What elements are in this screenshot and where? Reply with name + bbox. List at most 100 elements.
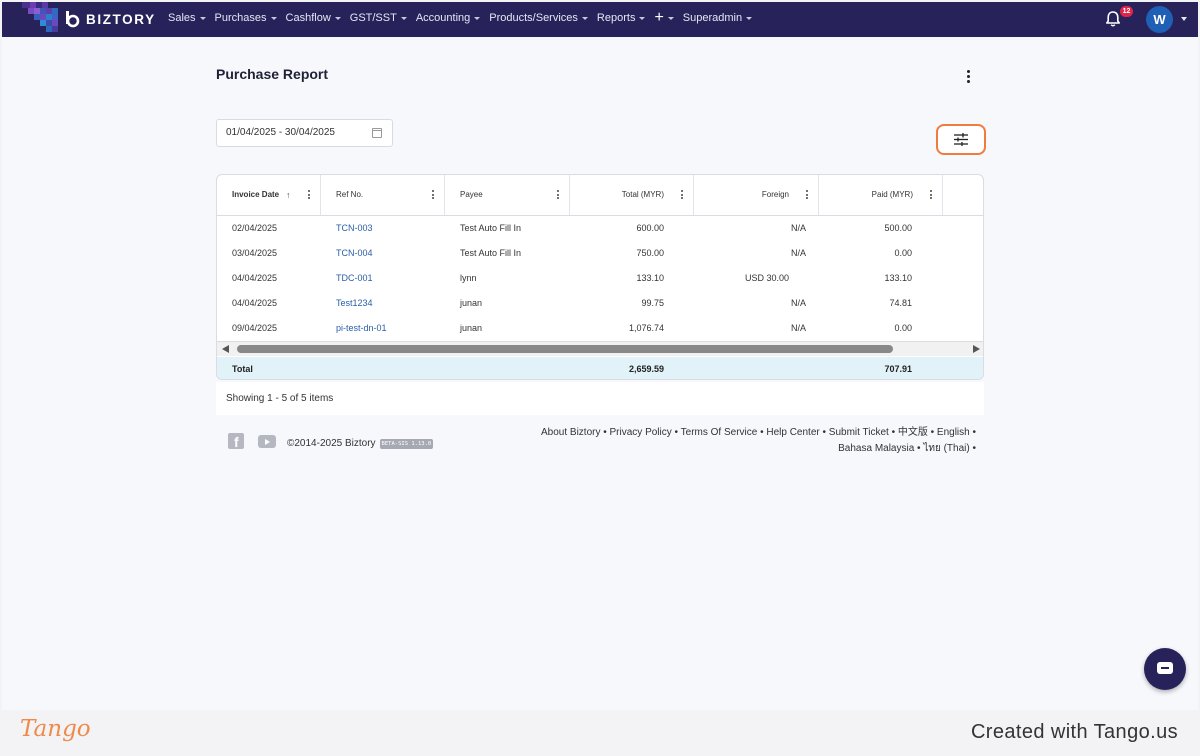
tango-logo: Tango	[20, 716, 91, 742]
table-row[interactable]: 02/04/2025 TCN-003 Test Auto Fill In 600…	[217, 216, 983, 241]
menu-superadmin[interactable]: Superadmin	[683, 12, 753, 24]
column-menu-icon[interactable]	[557, 190, 560, 199]
chevron-down-icon	[746, 16, 753, 20]
notification-badge: 12	[1120, 6, 1133, 17]
cell-payee: Test Auto Fill In	[460, 248, 522, 258]
menu-products-services-label: Products/Services	[489, 12, 578, 24]
cell-paid: 0.00	[894, 323, 912, 333]
column-menu-icon[interactable]	[308, 190, 311, 199]
menu-gst-sst[interactable]: GST/SST	[350, 12, 407, 24]
cell-invoice-date: 02/04/2025	[232, 223, 278, 233]
column-label: Ref No.	[336, 190, 364, 199]
bell-icon[interactable]	[1105, 10, 1121, 28]
column-label: Total (MYR)	[621, 190, 664, 199]
filter-button[interactable]	[936, 124, 986, 155]
menu-sales[interactable]: Sales	[168, 12, 206, 24]
column-header-foreign[interactable]: Foreign	[694, 175, 819, 215]
avatar[interactable]: W	[1146, 6, 1173, 33]
plus-icon: +	[654, 9, 664, 26]
menu-quick-add[interactable]: +	[654, 9, 674, 26]
chevron-down-icon	[270, 16, 277, 20]
cell-ref-link[interactable]: Test1234	[336, 291, 373, 316]
column-header-paid[interactable]: Paid (MYR)	[819, 175, 943, 215]
cell-ref-link[interactable]: TCN-003	[336, 216, 373, 241]
menu-accounting-label: Accounting	[415, 12, 471, 24]
cell-ref-link[interactable]: pi-test-dn-01	[336, 316, 387, 341]
menu-reports[interactable]: Reports	[597, 12, 646, 24]
menu-reports-label: Reports	[596, 12, 636, 24]
table-row[interactable]: 04/04/2025 Test1234 junan 99.75 N/A 74.8…	[217, 291, 983, 316]
app-window: BIZTORY Sales Purchases Cashflow GST/SST…	[2, 2, 1198, 710]
version-badge: BETA-SIS 1.13.0	[379, 438, 434, 449]
brand-logo-icon	[64, 10, 82, 28]
menu-gst-sst-label: GST/SST	[349, 12, 397, 24]
cell-invoice-date: 04/04/2025	[232, 273, 278, 283]
column-label: Invoice Date	[232, 190, 280, 199]
cell-foreign: N/A	[790, 223, 806, 233]
footer-links-line-2[interactable]: Bahasa Malaysia • ไทย (Thai) •	[536, 441, 976, 457]
cell-payee: junan	[460, 298, 483, 308]
date-range-value: 01/04/2025 - 30/04/2025	[226, 127, 335, 138]
brand-logo[interactable]: BIZTORY	[64, 10, 156, 28]
date-range-input[interactable]: 01/04/2025 - 30/04/2025	[216, 119, 393, 147]
column-header-ref-no[interactable]: Ref No.	[321, 175, 445, 215]
calendar-icon[interactable]	[372, 128, 382, 138]
column-header-payee[interactable]: Payee	[445, 175, 570, 215]
total-paid: 707.91	[884, 364, 912, 374]
chevron-down-icon	[474, 16, 481, 20]
table-row[interactable]: 09/04/2025 pi-test-dn-01 junan 1,076.74 …	[217, 316, 983, 341]
cell-paid: 74.81	[889, 298, 912, 308]
column-header-total[interactable]: Total (MYR)	[570, 175, 694, 215]
cell-ref-link[interactable]: TDC-001	[336, 266, 373, 291]
cell-invoice-date: 04/04/2025	[232, 298, 278, 308]
column-menu-icon[interactable]	[432, 190, 435, 199]
column-header-invoice-date[interactable]: Invoice Date ↑	[217, 175, 321, 215]
page-title: Purchase Report	[216, 66, 329, 82]
table-row[interactable]: 04/04/2025 TDC-001 lynn 133.10 USD 30.00…	[217, 266, 983, 291]
cell-payee: lynn	[460, 273, 477, 283]
cell-total: 133.10	[636, 273, 664, 283]
horizontal-scrollbar[interactable]	[217, 341, 983, 356]
scrollbar-thumb[interactable]	[237, 345, 893, 353]
column-menu-icon[interactable]	[681, 190, 684, 199]
main-menu: Sales Purchases Cashflow GST/SST Account…	[168, 9, 761, 26]
cell-total: 750.00	[636, 248, 664, 258]
kebab-menu-icon[interactable]	[960, 68, 976, 84]
scroll-left-icon[interactable]	[222, 345, 229, 353]
purchase-report-table: Invoice Date ↑ Ref No. Payee Total (MYR)…	[216, 174, 984, 380]
tango-credit: Created with Tango.us	[970, 721, 1178, 743]
cell-total: 99.75	[641, 298, 664, 308]
filter-sliders-icon	[954, 133, 968, 146]
pagination-info: Showing 1 - 5 of 5 items	[216, 382, 984, 415]
cell-foreign: N/A	[790, 248, 806, 258]
total-amount: 2,659.59	[628, 364, 664, 374]
footer-links-line-1[interactable]: About Biztory • Privacy Policy • Terms O…	[536, 425, 976, 441]
top-navbar: BIZTORY Sales Purchases Cashflow GST/SST…	[2, 2, 1198, 37]
menu-sales-label: Sales	[168, 12, 196, 24]
chat-button[interactable]	[1144, 648, 1186, 690]
menu-cashflow[interactable]: Cashflow	[286, 12, 341, 24]
total-label: Total	[232, 364, 253, 374]
youtube-icon[interactable]	[258, 435, 276, 448]
cell-ref-link[interactable]: TCN-004	[336, 241, 373, 266]
chevron-down-icon	[639, 16, 646, 20]
menu-products-services[interactable]: Products/Services	[489, 12, 588, 24]
column-label: Paid (MYR)	[871, 190, 913, 199]
menu-accounting[interactable]: Accounting	[415, 12, 481, 24]
chevron-down-icon[interactable]	[1181, 17, 1187, 21]
footer-links[interactable]: About Biztory • Privacy Policy • Terms O…	[536, 425, 976, 457]
facebook-icon[interactable]: f	[228, 433, 244, 450]
chevron-down-icon	[667, 16, 674, 20]
menu-purchases-label: Purchases	[214, 12, 267, 24]
sort-asc-icon[interactable]: ↑	[286, 175, 291, 215]
column-menu-icon[interactable]	[806, 190, 809, 199]
scroll-right-icon[interactable]	[973, 345, 980, 353]
cell-paid: 133.10	[884, 273, 912, 283]
column-menu-icon[interactable]	[930, 190, 933, 199]
chevron-down-icon	[400, 16, 407, 20]
menu-purchases[interactable]: Purchases	[215, 12, 277, 24]
chevron-down-icon	[334, 16, 341, 20]
cell-payee: junan	[460, 323, 483, 333]
copyright-text: ©2014-2025 Biztory	[287, 438, 376, 449]
table-row[interactable]: 03/04/2025 TCN-004 Test Auto Fill In 750…	[217, 241, 983, 266]
